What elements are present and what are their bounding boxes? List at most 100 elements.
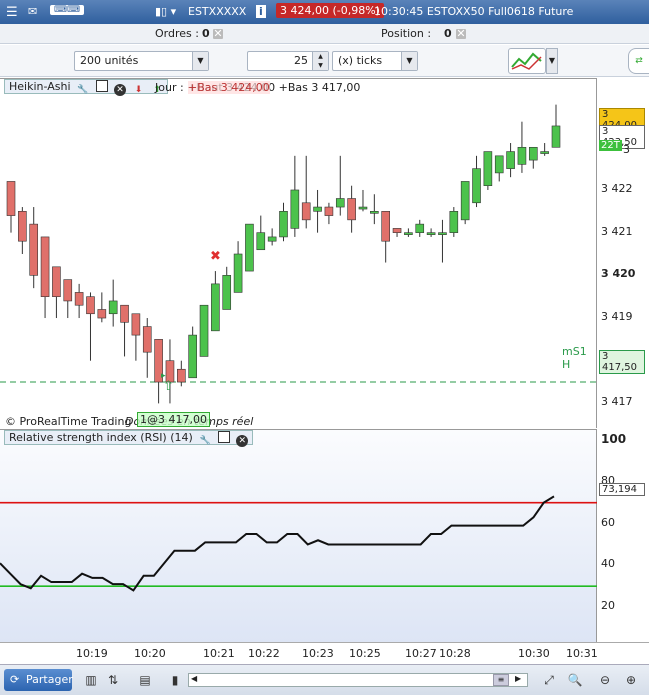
- candle-up: [211, 283, 220, 332]
- scroll-right-icon[interactable]: ▶: [515, 674, 521, 683]
- ms1-label: mS1 H: [562, 345, 587, 371]
- title-bar: ☰ ✉ ⌨⌨ ▮▯ ▾ ESTXXXXX i 3 424,00 (-0,98%)…: [0, 0, 649, 24]
- indicator-icon[interactable]: ⇅: [104, 671, 122, 689]
- position-value: 0: [444, 27, 452, 40]
- time-label: 10:23: [302, 647, 334, 660]
- candle-up: [199, 304, 209, 357]
- chevron-down-icon[interactable]: ▼: [546, 48, 558, 74]
- strategy-icon[interactable]: [508, 48, 546, 74]
- price-panel-title-text: Heikin-Ashi: [9, 80, 71, 93]
- move-down-icon[interactable]: ⬇: [133, 84, 145, 96]
- candle-up: [415, 223, 425, 233]
- candle-up: [335, 198, 345, 208]
- zoom-out-icon[interactable]: ⊖: [596, 671, 614, 689]
- tick-value: 25: [294, 54, 308, 67]
- buy-arrow-icon: ⇧: [163, 379, 174, 394]
- scroll-thumb[interactable]: ≡: [493, 674, 509, 686]
- candle-up: [551, 125, 561, 148]
- time-label: 10:21: [203, 647, 235, 660]
- price-panel-title: Heikin-Ashi 🔧 ✕ ⬇ ⬆: [4, 79, 169, 96]
- quantity-select[interactable]: 200 unités ▼: [74, 51, 209, 71]
- time-label: 10:30: [518, 647, 550, 660]
- price-axis-label: 3 421: [601, 224, 633, 238]
- wrench-icon[interactable]: 🔧: [77, 84, 89, 96]
- candle-down: [18, 211, 27, 242]
- price-badge: 3 424,00 (-0,98%): [276, 3, 384, 18]
- time-label: 10:22: [248, 647, 280, 660]
- candle-up: [233, 253, 243, 293]
- tick-unit-select[interactable]: (x) ticks ▼: [332, 51, 418, 71]
- price-axis-label: 3 419: [601, 310, 633, 324]
- candle-up: [517, 146, 527, 165]
- candle-up: [494, 155, 504, 174]
- candle-up: [506, 151, 515, 169]
- candle-up: [528, 146, 538, 161]
- chart-type-icon[interactable]: ▥: [82, 671, 100, 689]
- chevron-down-icon: ▼: [192, 52, 208, 70]
- tick-stepper[interactable]: 25 ▲ ▼: [247, 51, 329, 71]
- instrument-name[interactable]: ESTXXXXX: [188, 5, 246, 18]
- candle-up: [245, 223, 254, 272]
- candle-up: [460, 181, 470, 221]
- close-icon[interactable]: ✕: [114, 84, 127, 96]
- menu-icon[interactable]: ☰: [6, 5, 18, 20]
- price-axis-label: 3 420: [601, 267, 636, 281]
- close-icon[interactable]: ✕: [236, 435, 249, 447]
- candle-down: [381, 211, 390, 242]
- orders-bar: Ordres : 0 ✕ Position : 0 ✕: [0, 24, 649, 44]
- position-label: Position :: [381, 27, 432, 40]
- time-axis[interactable]: 10:19 10:20 10:21 10:22 10:23 10:25 10:2…: [0, 642, 649, 664]
- candle-up: [279, 211, 288, 238]
- time-label: 10:28: [439, 647, 471, 660]
- scrollbar[interactable]: ◀ ≡ ▶: [188, 673, 528, 687]
- price-axis-label: 3 422: [601, 181, 633, 195]
- rsi-axis-label: 40: [601, 557, 615, 571]
- position-close-icon[interactable]: ✕: [456, 28, 466, 39]
- quantity-value: 200 unités: [80, 54, 139, 67]
- candle-up: [540, 151, 549, 154]
- candle-down: [131, 313, 141, 336]
- rsi-chart: [0, 495, 597, 592]
- side-panel-icon[interactable]: ⇄: [628, 48, 649, 74]
- axis-partial-label: 3: [623, 143, 630, 156]
- copyright-text: © ProRealTime Trading: [5, 415, 132, 428]
- orders-close-icon[interactable]: ✕: [213, 28, 223, 39]
- zoom-in-icon[interactable]: ⊕: [622, 671, 640, 689]
- price-axis[interactable]: 3 4223 4213 4203 4193 4183 417 3 424,00 …: [597, 78, 649, 428]
- rsi-panel-title-text: Relative strength index (RSI) (14): [9, 431, 193, 444]
- rsi-panel-title: Relative strength index (RSI) (14) 🔧 ✕: [4, 430, 254, 447]
- candle-up: [370, 211, 379, 214]
- fit-icon[interactable]: ⤢: [540, 671, 558, 689]
- wrench-icon[interactable]: 🔧: [199, 435, 211, 447]
- share-button[interactable]: ⟳ Partager: [4, 669, 73, 691]
- price-axis-label: 3 417: [601, 395, 633, 409]
- zoom-fit-icon[interactable]: 🔍: [566, 671, 584, 689]
- list-icon[interactable]: ▤: [136, 671, 154, 689]
- chevron-down-icon: ▼: [401, 52, 417, 70]
- tick-unit-value: (x) ticks: [338, 54, 383, 67]
- candle-up: [438, 232, 447, 235]
- bar-chart-icon[interactable]: ▮: [166, 671, 184, 689]
- window-icon[interactable]: [95, 80, 108, 92]
- price-chart[interactable]: Heikin-Ashi 🔧 ✕ ⬇ ⬆ Jour : +Haut 3 424,0…: [0, 78, 597, 428]
- candle-down: [392, 228, 402, 233]
- stepper-icon[interactable]: ▲ ▼: [312, 52, 328, 70]
- mail-icon[interactable]: ✉: [28, 5, 37, 18]
- candle-up: [483, 151, 493, 187]
- window-icon[interactable]: [217, 431, 230, 443]
- rsi-axis[interactable]: 100 80 60 40 20 73,194: [597, 429, 649, 642]
- info-icon[interactable]: i: [256, 5, 266, 18]
- rsi-panel[interactable]: Relative strength index (RSI) (14) 🔧 ✕: [0, 429, 597, 642]
- ms1-badge: 3 417,50: [599, 350, 645, 374]
- rsi-line: [0, 495, 555, 592]
- bottom-toolbar: ⟳ Partager ▥ ⇅ ▤ ▮ ◀ ≡ ▶ ⤢ 🔍 ⊖ ⊕: [0, 664, 649, 695]
- keyboard-icon[interactable]: ⌨⌨: [50, 5, 84, 15]
- candle-down: [142, 326, 152, 353]
- candlestick-chart: [0, 104, 597, 404]
- candle-up: [426, 232, 436, 235]
- instrument-selector-icon[interactable]: ▮▯ ▾: [155, 5, 176, 18]
- candle-up: [108, 300, 118, 315]
- candle-down: [52, 266, 61, 297]
- candle-up: [404, 232, 413, 235]
- scroll-left-icon[interactable]: ◀: [191, 674, 197, 683]
